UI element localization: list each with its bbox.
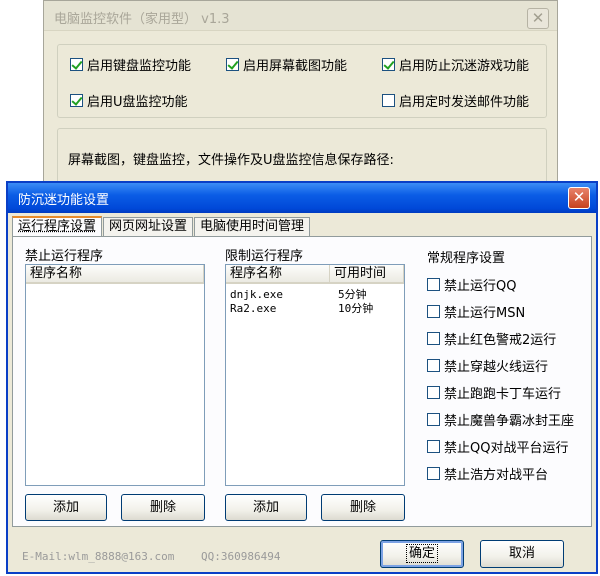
block-qq-label: 禁止运行QQ [444,278,517,294]
limit-delete-button[interactable]: 删除 [321,494,405,521]
cancel-button[interactable]: 取消 [480,540,564,568]
screenshot-label: 启用屏幕截图功能 [243,58,348,74]
tab-panel: 禁止运行程序 程序名称 添加 删除 限制运行程序 程序名称 可用时间 dnjk.… [12,236,592,527]
program-name: dnjk.exe [230,288,283,301]
block-cf-checkbox[interactable] [427,358,440,372]
limit-add-button[interactable]: 添加 [225,494,307,521]
block-msn-label: 禁止运行MSN [444,305,526,321]
save-path-label: 屏幕截图，键盘监控，文件操作及U盘监控信息保存路径: [68,153,394,168]
block-cf-label: 禁止穿越火线运行 [444,359,549,375]
limit-col-time[interactable]: 可用时间 [330,265,404,282]
block-kart-label: 禁止跑跑卡丁车运行 [444,386,562,402]
footer-qq: QQ:360986494 [201,550,281,563]
block-haofang-label: 禁止浩方对战平台 [444,467,549,483]
usb-monitor-checkbox[interactable] [70,93,83,107]
forbid-programs-label: 禁止运行程序 [25,249,104,264]
program-name: Ra2.exe [230,302,277,315]
timed-email-checkbox[interactable] [382,93,395,107]
common-settings-label: 常规程序设置 [427,251,506,266]
limit-programs-list[interactable]: 程序名称 可用时间 dnjk.exe 5分钟 Ra2.exe 10分钟 [225,264,405,486]
limit-list-header: 程序名称 可用时间 [226,265,404,284]
forbid-programs-list[interactable]: 程序名称 [25,264,205,486]
tab-run-programs[interactable]: 运行程序设置 [12,216,103,237]
usb-monitor-option[interactable]: 启用U盘监控功能 [70,91,188,110]
main-window-titlebar: 电脑监控软件（家用型） v1.3 ✕ [44,1,557,31]
dialog-tabs: 运行程序设置 网页网址设置 电脑使用时间管理 [12,216,311,237]
program-time: 10分钟 [338,302,374,315]
block-cf-option[interactable]: 禁止穿越火线运行 [427,356,549,375]
anti-addiction-label: 启用防止沉迷游戏功能 [399,58,530,74]
forbid-delete-button[interactable]: 删除 [121,494,205,521]
feature-options-group: 启用键盘监控功能 启用屏幕截图功能 启用防止沉迷游戏功能 启用U盘监控功能 启用… [57,44,547,118]
anti-addiction-checkbox[interactable] [382,57,395,71]
ok-button[interactable]: 确定 [380,540,464,568]
anti-addiction-dialog: 防沉迷功能设置 ✕ 运行程序设置 网页网址设置 电脑使用时间管理 禁止运行程序 … [6,181,598,574]
block-qq-battle-label: 禁止QQ对战平台运行 [444,440,569,456]
forbid-add-button[interactable]: 添加 [25,494,107,521]
footer-email: E-Mail:wlm_8888@163.com [22,550,175,563]
block-warcraft-option[interactable]: 禁止魔兽争霸冰封王座 [427,410,575,429]
tab-time-management[interactable]: 电脑使用时间管理 [194,217,311,236]
anti-addiction-option[interactable]: 启用防止沉迷游戏功能 [382,55,530,74]
block-msn-checkbox[interactable] [427,304,440,318]
block-kart-checkbox[interactable] [427,385,440,399]
timed-email-option[interactable]: 启用定时发送邮件功能 [382,91,530,110]
block-warcraft-checkbox[interactable] [427,412,440,426]
block-haofang-option[interactable]: 禁止浩方对战平台 [427,464,549,483]
block-warcraft-label: 禁止魔兽争霸冰封王座 [444,413,575,429]
keyboard-monitor-label: 启用键盘监控功能 [87,58,192,74]
usb-monitor-label: 启用U盘监控功能 [87,94,188,110]
block-ra2-checkbox[interactable] [427,331,440,345]
screenshot-checkbox[interactable] [226,57,239,71]
limit-programs-label: 限制运行程序 [225,249,304,264]
timed-email-label: 启用定时发送邮件功能 [399,94,530,110]
program-time: 5分钟 [338,288,367,301]
screenshot-option[interactable]: 启用屏幕截图功能 [226,55,348,74]
block-msn-option[interactable]: 禁止运行MSN [427,302,526,321]
tab-web-urls[interactable]: 网页网址设置 [103,217,194,236]
dialog-title: 防沉迷功能设置 [18,193,110,208]
list-item[interactable]: dnjk.exe 5分钟 [226,288,404,302]
block-qq-battle-checkbox[interactable] [427,439,440,453]
forbid-col-name[interactable]: 程序名称 [26,265,204,282]
block-qq-battle-option[interactable]: 禁止QQ对战平台运行 [427,437,569,456]
keyboard-monitor-checkbox[interactable] [70,57,83,71]
limit-col-name[interactable]: 程序名称 [226,265,330,282]
main-window: 电脑监控软件（家用型） v1.3 ✕ 启用键盘监控功能 启用屏幕截图功能 启用防… [43,0,558,200]
block-qq-option[interactable]: 禁止运行QQ [427,275,517,294]
block-ra2-option[interactable]: 禁止红色警戒2运行 [427,329,557,348]
list-item[interactable]: Ra2.exe 10分钟 [226,302,404,316]
block-kart-option[interactable]: 禁止跑跑卡丁车运行 [427,383,562,402]
keyboard-monitor-option[interactable]: 启用键盘监控功能 [70,55,192,74]
main-window-close-icon[interactable]: ✕ [527,8,549,29]
block-haofang-checkbox[interactable] [427,466,440,480]
dialog-close-icon[interactable]: ✕ [568,187,590,209]
block-qq-checkbox[interactable] [427,277,440,291]
forbid-list-header: 程序名称 [26,265,204,284]
dialog-titlebar: 防沉迷功能设置 ✕ [8,183,596,213]
main-window-title: 电脑监控软件（家用型） v1.3 [54,12,230,27]
block-ra2-label: 禁止红色警戒2运行 [444,332,557,348]
